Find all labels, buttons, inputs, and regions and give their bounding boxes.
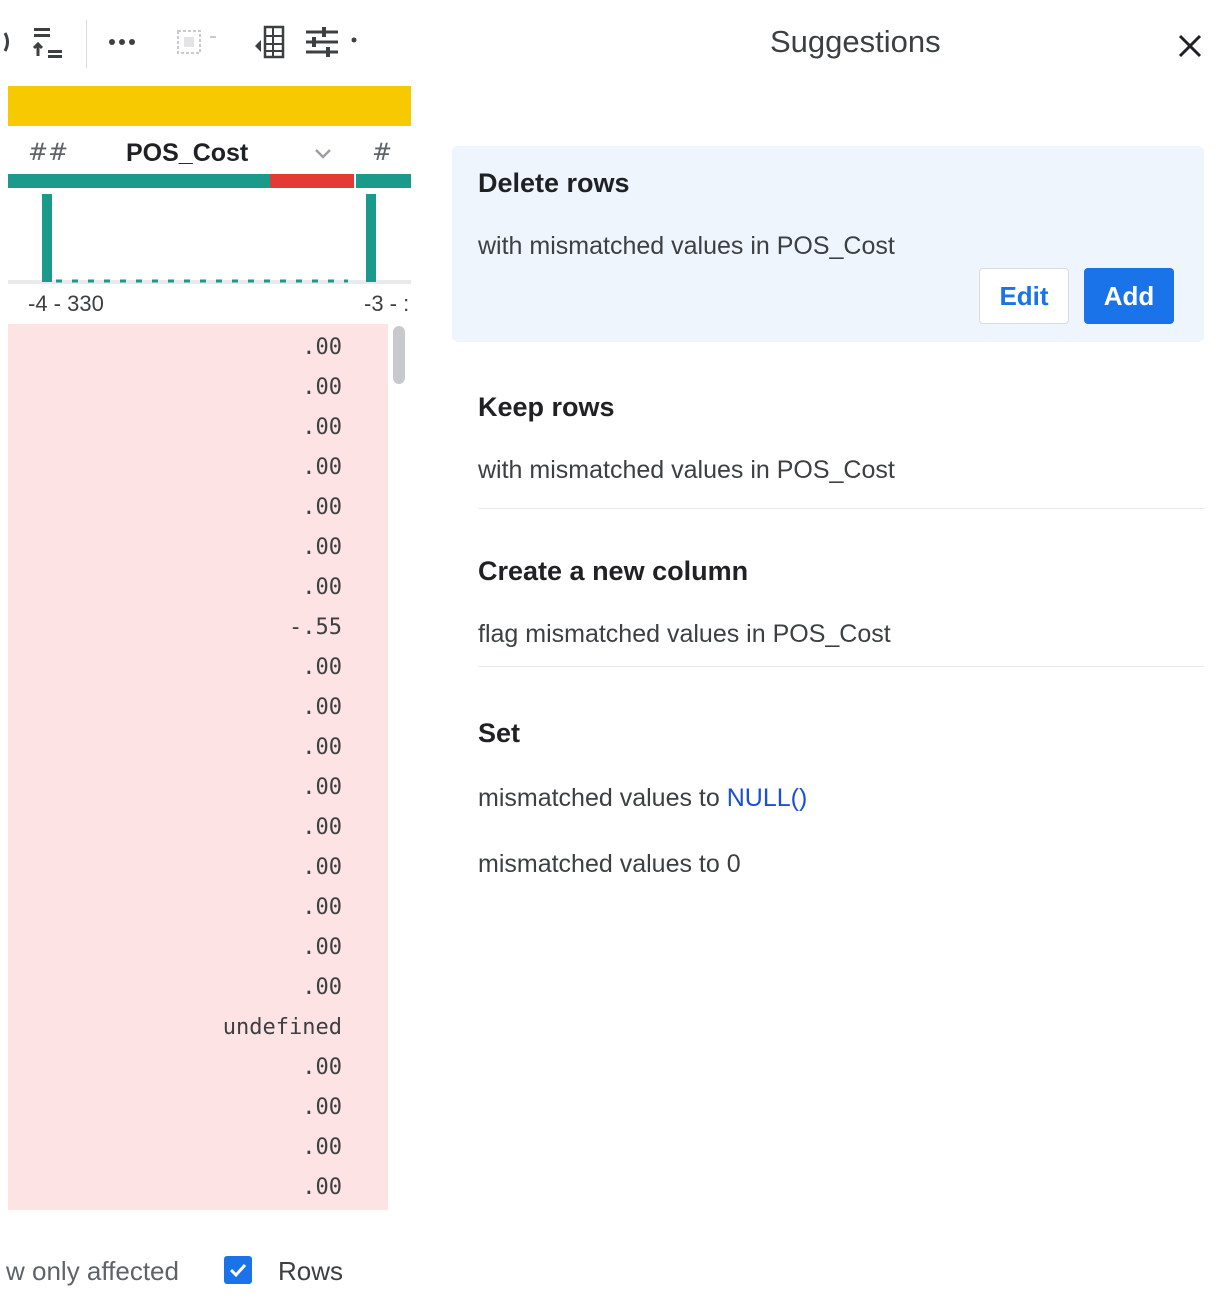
column-cells: .00.00.00.00.00.00.00 -.55.00.00.00.00.00… (8, 324, 388, 1210)
mismatched-segment (270, 174, 354, 188)
column-name: POS_Cost (776, 456, 895, 484)
suggestion-title: Create a new column (478, 556, 749, 586)
description-text: flag mismatched values in (478, 620, 773, 648)
scrollbar[interactable] (393, 326, 405, 384)
table-cell[interactable]: undefined (223, 1008, 342, 1048)
table-cell[interactable]: .00 (302, 408, 342, 448)
close-icon[interactable] (1170, 26, 1210, 66)
suggestion-description: with mismatched values in POS_Cost (478, 232, 895, 261)
suggestion-description: with mismatched values in POS_Cost (478, 456, 895, 485)
table-cell[interactable]: .00 (302, 768, 342, 808)
next-column-valid-segment (356, 174, 411, 188)
table-cell[interactable]: .00 (302, 1088, 342, 1128)
table-cell[interactable]: .00 (302, 528, 342, 568)
suggestion-set: Set mismatched values to NULL() mismatch… (452, 698, 1204, 898)
data-quality-bar[interactable] (8, 174, 411, 188)
set-to-zero-option[interactable]: mismatched values to 0 (478, 850, 741, 879)
column-name: POS_Cost (126, 139, 249, 167)
histogram-range: -4 - 330 -3 - : (8, 288, 411, 322)
column-name: POS_Cost (772, 620, 891, 648)
set-to-null-option[interactable]: mismatched values to NULL() (478, 784, 807, 813)
suggestion-create-column[interactable]: Create a new column flag mismatched valu… (452, 534, 1204, 670)
description-text: with mismatched values in (478, 456, 777, 484)
add-button[interactable]: Add (1084, 268, 1174, 324)
table-cell[interactable]: .00 (302, 1048, 342, 1088)
column-details-icon[interactable] (248, 22, 290, 62)
table-cell[interactable]: .00 (302, 1168, 342, 1208)
selection-icon[interactable] (166, 22, 226, 62)
description-text: with mismatched values in (478, 232, 777, 260)
description-text: mismatched values to (478, 784, 727, 812)
suggestion-title: Set (478, 718, 521, 748)
suggestion-delete-rows[interactable]: Delete rows with mismatched values in PO… (452, 146, 1204, 342)
table-cell[interactable]: .00 (302, 648, 342, 688)
grid-toolbar (0, 0, 420, 84)
table-cell[interactable]: -.55 (289, 608, 342, 648)
value-histogram[interactable] (8, 188, 411, 286)
suggestions-panel: Suggestions Delete rows with mismatched … (420, 0, 1231, 1298)
column-name: POS_Cost (776, 232, 895, 260)
column-header[interactable]: ## POS_Cost # (8, 130, 411, 174)
table-cell[interactable]: .00 (302, 328, 342, 368)
table-cell[interactable]: .00 (302, 488, 342, 528)
table-cell[interactable]: .00 (302, 688, 342, 728)
next-range-label: -3 - : (364, 291, 410, 316)
table-cell[interactable]: .00 (302, 848, 342, 888)
range-min-label: -4 - 330 (28, 291, 104, 316)
function-name: NULL() (726, 784, 808, 812)
toolbar-edge-icon[interactable] (0, 22, 14, 62)
valid-segment (8, 174, 270, 188)
rows-checkbox[interactable] (224, 1256, 252, 1284)
rows-label: Rows (278, 1256, 344, 1286)
next-column-type-icon: # (372, 138, 393, 166)
table-cell[interactable]: .00 (302, 968, 342, 1008)
suggestion-keep-rows[interactable]: Keep rows with mismatched values in POS_… (452, 370, 1204, 510)
table-cell[interactable]: .00 (302, 448, 342, 488)
table-cell[interactable]: .00 (302, 888, 342, 928)
chevron-down-icon[interactable] (312, 142, 334, 164)
selection-highlight-bar (8, 86, 411, 126)
table-cell[interactable]: .00 (302, 728, 342, 768)
histogram-bar (366, 194, 376, 282)
grid-footer: w only affected Rows (0, 1236, 410, 1298)
table-cell[interactable]: .00 (302, 808, 342, 848)
panel-title: Suggestions (770, 24, 941, 59)
numeric-type-icon: ## (28, 138, 69, 166)
filter-settings-icon[interactable] (300, 22, 364, 62)
table-cell[interactable]: .00 (302, 568, 342, 608)
table-cell[interactable]: .00 (302, 368, 342, 408)
table-cell[interactable]: .00 (302, 928, 342, 968)
show-only-affected-label: w only affected (6, 1256, 179, 1286)
divider (478, 666, 1204, 667)
table-cell[interactable]: .00 (302, 1128, 342, 1168)
divider (478, 508, 1204, 509)
data-grid-pane: ## POS_Cost # -4 - 330 -3 - : .00.00.00.… (0, 0, 420, 1298)
more-icon[interactable] (102, 22, 142, 62)
sort-icon[interactable] (24, 22, 72, 62)
suggestion-title: Delete rows (478, 168, 630, 198)
suggestion-title: Keep rows (478, 392, 615, 422)
toolbar-separator (86, 20, 87, 68)
histogram-bar (42, 194, 52, 282)
suggestion-description: flag mismatched values in POS_Cost (478, 620, 891, 649)
edit-button[interactable]: Edit (979, 268, 1069, 324)
